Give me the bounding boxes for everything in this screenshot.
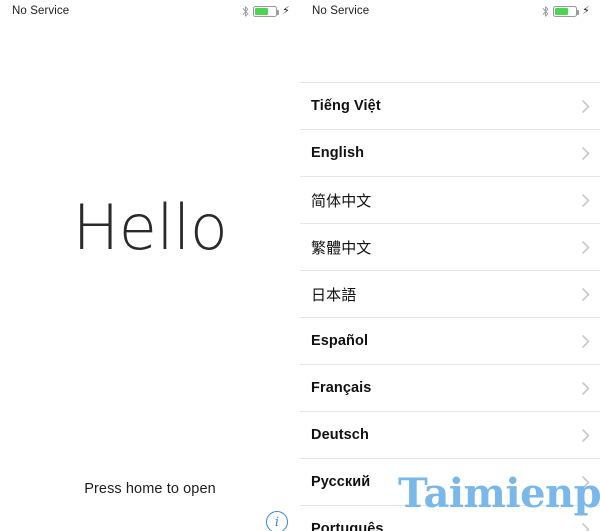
hello-screen-panel: Hello Press home to open i [0, 22, 300, 531]
language-label: Español [311, 333, 369, 349]
chevron-right-icon [582, 475, 590, 489]
hello-greeting: Hello [72, 191, 228, 264]
chevron-right-icon [582, 99, 590, 113]
language-label: 日本語 [311, 286, 357, 304]
language-row-japanese[interactable]: 日本語 [300, 270, 600, 317]
carrier-label-left: No Service [12, 5, 70, 17]
language-row-portugues[interactable]: Português [300, 505, 600, 531]
language-label: Français [311, 380, 372, 396]
chevron-right-icon [582, 334, 590, 348]
battery-fill [555, 7, 568, 15]
language-label: Tiếng Việt [311, 98, 381, 114]
info-circle-icon[interactable]: i [266, 511, 288, 531]
language-row-russian[interactable]: Русский [300, 458, 600, 505]
language-label: English [311, 145, 365, 161]
chevron-right-icon [582, 381, 590, 395]
chevron-right-icon [582, 287, 590, 301]
battery-icon [253, 5, 280, 17]
language-label: Русский [311, 474, 371, 490]
lightning-bolt-icon: ⚡ [282, 4, 290, 17]
language-row-tieng-viet[interactable]: Tiếng Việt [300, 82, 600, 129]
status-bar-right: No Service ⚡ [300, 0, 600, 22]
language-row-deutsch[interactable]: Deutsch [300, 411, 600, 458]
status-bar-left: No Service ⚡ [0, 0, 300, 22]
press-home-hint: Press home to open [84, 481, 216, 497]
language-row-francais[interactable]: Français [300, 364, 600, 411]
language-list: Tiếng Việt English 简体中文 繁體中文 日本語 Español [300, 82, 600, 531]
language-row-english[interactable]: English [300, 129, 600, 176]
language-row-traditional-chinese[interactable]: 繁體中文 [300, 223, 600, 270]
chevron-right-icon [582, 146, 590, 160]
language-label: 简体中文 [311, 192, 372, 210]
language-label: Deutsch [311, 427, 369, 443]
bluetooth-icon [542, 5, 549, 17]
carrier-label-right: No Service [312, 5, 370, 17]
screenshot-root: No Service ⚡ No Service ⚡ Hello Press ho… [0, 0, 600, 531]
language-label: 繁體中文 [311, 239, 372, 257]
battery-fill [255, 7, 268, 15]
status-icons-left: ⚡ [242, 5, 290, 18]
language-row-espanol[interactable]: Español [300, 317, 600, 364]
language-row-simplified-chinese[interactable]: 简体中文 [300, 176, 600, 223]
lightning-bolt-icon: ⚡ [582, 4, 590, 17]
language-selection-panel: Tiếng Việt English 简体中文 繁體中文 日本語 Español [300, 22, 600, 531]
chevron-right-icon [582, 428, 590, 442]
language-label: Português [311, 521, 384, 531]
chevron-right-icon [582, 522, 590, 531]
battery-icon [553, 5, 580, 17]
chevron-right-icon [582, 240, 590, 254]
status-icons-right: ⚡ [542, 5, 590, 18]
bluetooth-icon [242, 5, 249, 17]
chevron-right-icon [582, 193, 590, 207]
